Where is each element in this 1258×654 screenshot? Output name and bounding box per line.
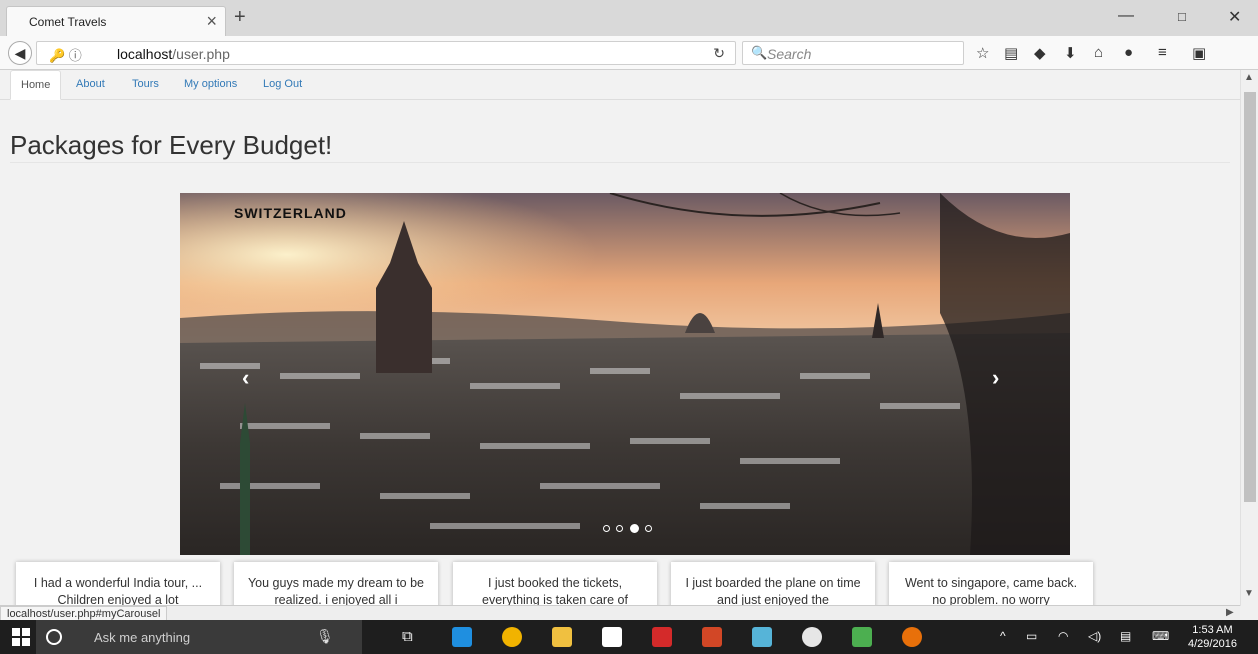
address-bar[interactable]: 🔑 ⓘ localhost/user.php ↻ [36,41,736,65]
testimonial-card: I had a wonderful India tour, ... Childr… [16,562,220,606]
search-input[interactable]: 🔍 Search [742,41,964,65]
reload-icon[interactable]: ↻ [713,45,725,62]
site-identity-icon[interactable]: 🔑 ⓘ [49,45,82,64]
search-icon: 🔍 [751,45,768,60]
extension-icon[interactable]: ▣ [1192,44,1206,62]
testimonial-card: I just booked the tickets, everything is… [453,562,657,606]
edge-icon[interactable] [452,627,472,647]
close-window-icon[interactable]: ✕ [1228,7,1241,27]
status-bar: localhost/user.php#myCarousel ▶ [0,605,1240,622]
clock-time: 1:53 AM [1192,624,1233,636]
notepad-icon[interactable] [852,627,872,647]
taskbar: Ask me anything 🎙 ⧉ ^ ▭ ◠ ◁) ▤ ⌨ 1:53 AM… [0,620,1258,654]
github-icon[interactable] [802,627,822,647]
testimonial-cards: I had a wonderful India tour, ... Childr… [0,562,1240,606]
browser-toolbar: ◀ 🔑 ⓘ localhost/user.php ↻ 🔍 Search ☆ ▤ … [0,36,1258,70]
carousel-caption: SWITZERLAND [234,205,347,221]
file-explorer-icon[interactable] [552,627,572,647]
microphone-icon[interactable]: 🎙 [316,628,334,645]
mail-icon[interactable] [652,627,672,647]
url-path: /user.php [172,46,230,62]
firefox-icon[interactable] [902,627,922,647]
scroll-thumb[interactable] [1244,92,1256,502]
back-button[interactable]: ◀ [8,41,32,65]
testimonial-card: I just boarded the plane on time and jus… [671,562,875,606]
nav-my-options[interactable]: My options [174,70,247,100]
start-button[interactable] [12,628,30,646]
nav-about[interactable]: About [66,70,115,100]
vertical-scrollbar[interactable]: ▲ ▼ [1240,70,1258,606]
clock[interactable]: 1:53 AM 4/29/2016 [1188,623,1237,651]
carousel[interactable]: SWITZERLAND ‹ › [180,193,1070,555]
nav-home[interactable]: Home [10,70,62,100]
pocket-icon[interactable]: ◆ [1034,44,1046,62]
carousel-indicators [602,520,653,534]
minimize-icon[interactable]: — [1118,7,1134,25]
carousel-prev-icon[interactable]: ‹ [242,365,249,391]
browser-tab[interactable]: Comet Travels × [6,6,226,36]
testimonial-card: Went to singapore, came back. no problem… [889,562,1093,606]
scroll-down-icon[interactable]: ▼ [1244,588,1254,599]
nav-log-out[interactable]: Log Out [253,70,312,100]
new-tab-icon[interactable]: + [234,6,246,29]
menu-icon[interactable]: ≡ [1158,44,1167,61]
divider [10,162,1230,163]
carousel-next-icon[interactable]: › [992,365,999,391]
chat-icon[interactable]: ● [1124,44,1133,61]
store-icon[interactable] [602,627,622,647]
wifi-icon[interactable]: ◠ [1058,629,1068,643]
task-view-icon[interactable]: ⧉ [402,628,413,645]
chrome-icon[interactable] [502,627,522,647]
app-icon[interactable] [752,627,772,647]
volume-icon[interactable]: ◁) [1088,629,1101,643]
search-placeholder: Search [767,46,812,62]
bookmark-star-icon[interactable]: ☆ [976,44,989,62]
action-center-icon[interactable]: ▤ [1120,629,1131,643]
cortana-placeholder: Ask me anything [94,630,191,645]
page-title: Packages for Every Budget! [10,130,333,160]
url-host: localhost [117,46,173,62]
page-viewport: Home About Tours My options Log Out Pack… [0,70,1240,606]
cortana-icon [46,629,62,645]
powerpoint-icon[interactable] [702,627,722,647]
site-nav: Home About Tours My options Log Out [0,70,1240,100]
tray-chevron-icon[interactable]: ^ [1000,629,1006,643]
download-icon[interactable]: ⬇ [1064,44,1077,62]
tab-close-icon[interactable]: × [206,11,217,32]
scroll-up-icon[interactable]: ▲ [1244,72,1254,83]
restore-icon[interactable]: □ [1178,9,1186,24]
scroll-right-icon[interactable]: ▶ [1226,607,1234,618]
reading-list-icon[interactable]: ▤ [1004,44,1018,62]
tab-title: Comet Travels [29,15,107,29]
carousel-image [180,193,1070,555]
testimonial-card: You guys made my dream to be realized. i… [234,562,438,606]
browser-tab-strip: Comet Travels × + — □ ✕ [0,0,1258,36]
home-icon[interactable]: ⌂ [1094,44,1103,61]
cortana-search[interactable]: Ask me anything [36,620,362,654]
nav-tours[interactable]: Tours [122,70,169,100]
battery-icon[interactable]: ▭ [1026,629,1037,643]
clock-date: 4/29/2016 [1188,638,1237,650]
url-text: localhost/user.php [117,46,230,62]
keyboard-icon[interactable]: ⌨ [1152,629,1169,643]
